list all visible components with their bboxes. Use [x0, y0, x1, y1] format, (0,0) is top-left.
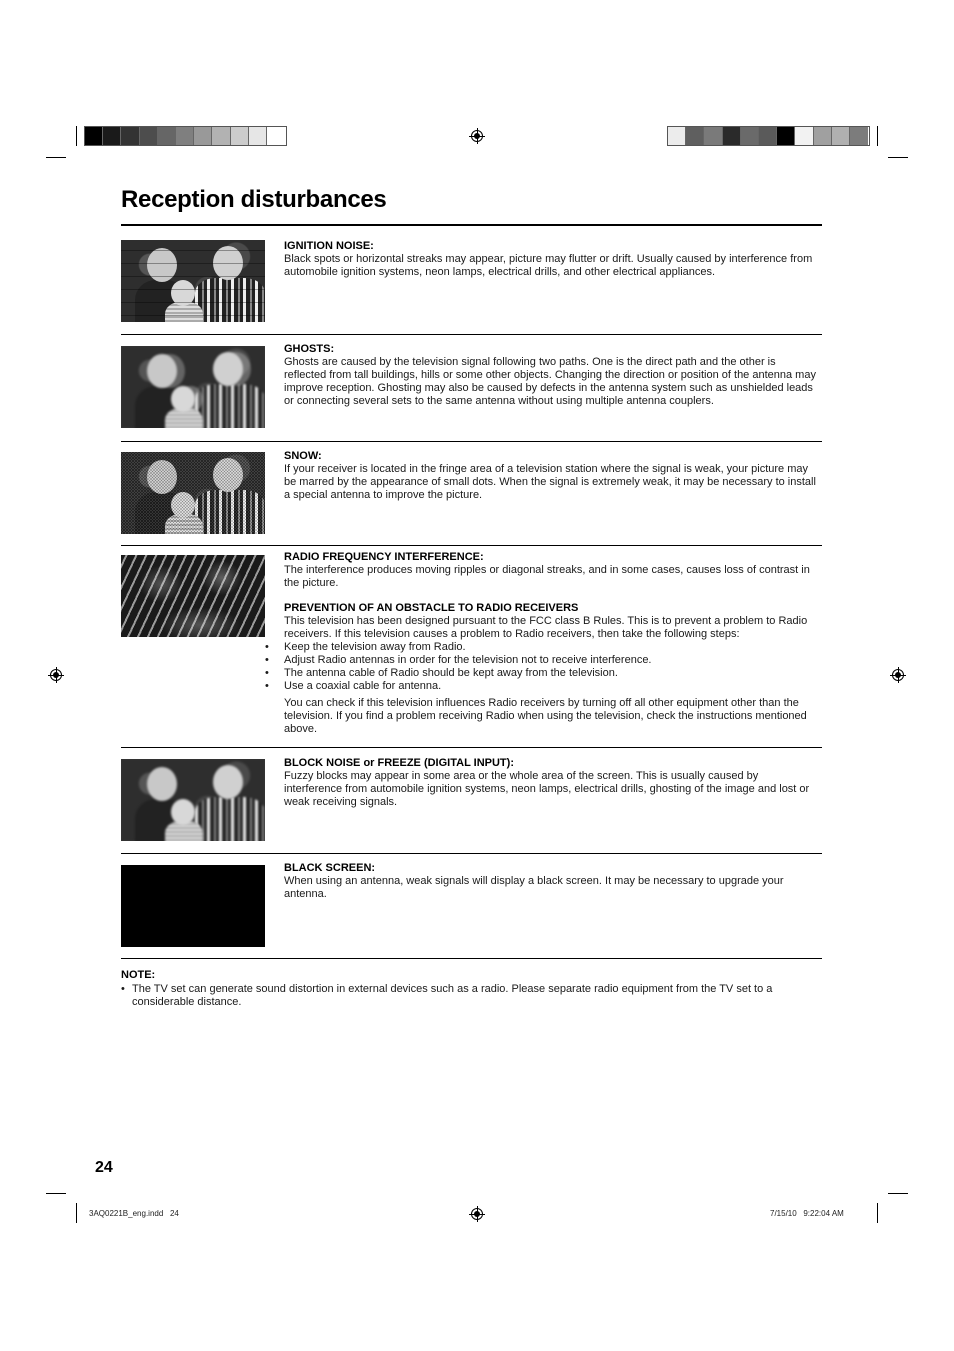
color-swatch [777, 127, 796, 145]
section-divider [121, 334, 822, 335]
section-subbody: This television has been designed pursua… [284, 615, 808, 640]
color-swatch [758, 127, 778, 145]
list-item: Keep the television away from Radio. [265, 641, 819, 654]
registration-target-icon [469, 1206, 485, 1222]
crop-mark [76, 126, 77, 146]
registration-target-icon [890, 667, 906, 683]
color-swatch [175, 127, 195, 145]
crop-mark [888, 157, 908, 158]
color-swatch [121, 127, 140, 145]
color-swatch [194, 127, 213, 145]
section-closing: You can check if this television influen… [284, 697, 807, 735]
color-swatch [722, 127, 741, 145]
color-swatch [139, 127, 158, 145]
section-body: Black spots or horizontal streaks may ap… [284, 253, 813, 278]
color-swatch [849, 127, 869, 145]
section-body: If your receiver is located in the fring… [284, 463, 816, 501]
section-heading: RADIO FREQUENCY INTERFERENCE: [284, 551, 484, 563]
color-swatch [704, 127, 723, 145]
prevention-steps-list: Keep the television away from Radio. Adj… [265, 641, 819, 693]
crop-mark [46, 157, 66, 158]
ignition-noise-photo [121, 240, 265, 322]
section-heading: BLOCK NOISE or FREEZE (DIGITAL INPUT): [284, 757, 514, 769]
block-noise-photo [121, 759, 265, 841]
section-divider [121, 747, 822, 748]
section-body: The interference produces moving ripples… [284, 564, 810, 589]
note-body: The TV set can generate sound distortion… [132, 983, 773, 1008]
section-subheading: PREVENTION OF AN OBSTACLE TO RADIO RECEI… [284, 602, 579, 614]
color-swatch [813, 127, 832, 145]
crop-mark [888, 1193, 908, 1194]
note-heading: NOTE: [121, 969, 156, 981]
ghosts-photo [121, 346, 265, 428]
note-bullet: • [121, 983, 125, 995]
crop-mark [877, 1203, 878, 1223]
list-item: Adjust Radio antennas in order for the t… [265, 654, 819, 667]
section-divider [121, 545, 822, 546]
snow-photo [121, 452, 265, 534]
color-swatch [230, 127, 249, 145]
crop-mark [76, 1203, 77, 1223]
section-heading: BLACK SCREEN: [284, 862, 376, 874]
crop-mark [877, 126, 878, 146]
section-heading: SNOW: [284, 450, 322, 462]
page-title: Reception disturbances [121, 186, 387, 213]
section-heading: IGNITION NOISE: [284, 240, 374, 252]
registration-target-icon [48, 667, 64, 683]
title-divider [121, 224, 822, 226]
page-number: 24 [95, 1159, 113, 1176]
color-bar-left [84, 126, 287, 146]
color-swatch [686, 127, 705, 145]
color-swatch [85, 127, 104, 145]
color-swatch [831, 127, 850, 145]
color-swatch [212, 127, 231, 145]
color-swatch [248, 127, 267, 145]
color-swatch [103, 127, 122, 145]
list-item: Use a coaxial cable for antenna. [265, 680, 819, 693]
section-heading: GHOSTS: [284, 343, 335, 355]
registration-target-icon [469, 128, 485, 144]
slug-timestamp: 7/15/10 9:22:04 AM [770, 1209, 844, 1218]
section-body: Ghosts are caused by the television sign… [284, 356, 816, 407]
slug-filename: 3AQ0221B_eng.indd 24 [89, 1209, 179, 1218]
list-item: The antenna cable of Radio should be kep… [265, 667, 819, 680]
crop-mark [46, 1193, 66, 1194]
color-swatch [668, 127, 687, 145]
section-body: Fuzzy blocks may appear in some area or … [284, 770, 810, 808]
color-swatch [157, 127, 176, 145]
section-divider [121, 441, 822, 442]
section-divider [121, 853, 822, 854]
section-body: When using an antenna, weak signals will… [284, 875, 784, 900]
black-screen-image [121, 865, 265, 947]
color-bar-right [667, 126, 870, 146]
radio-interference-photo [121, 555, 265, 637]
section-divider [121, 958, 822, 959]
color-swatch [266, 127, 286, 145]
color-swatch [795, 127, 814, 145]
color-swatch [740, 127, 759, 145]
